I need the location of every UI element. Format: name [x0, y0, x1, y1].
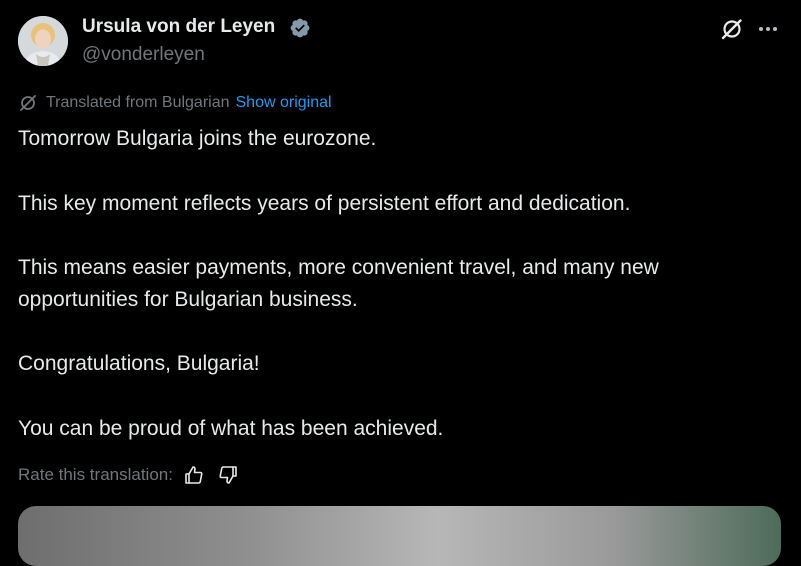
translation-notice: Translated from Bulgarian Show original [18, 93, 332, 113]
avatar[interactable] [18, 16, 68, 66]
grok-icon[interactable] [719, 16, 745, 42]
tweet-text: Tomorrow Bulgaria joins the eurozone. Th… [18, 123, 778, 477]
rate-translation-label: Rate this translation: [18, 465, 173, 484]
thumbs-down-icon[interactable] [217, 464, 239, 486]
rate-translation: Rate this translation: [18, 463, 251, 487]
grok-translate-icon [20, 95, 36, 111]
author-handle[interactable]: @vonderleyen [82, 44, 205, 66]
tweet-paragraph: Tomorrow Bulgaria joins the eurozone. [18, 127, 377, 150]
tweet-paragraph: This key moment reflects years of persis… [18, 191, 631, 215]
media-preview-image[interactable] [18, 506, 781, 566]
tweet-paragraph: Congratulations, Bulgaria! [18, 352, 260, 375]
translated-from-label: Translated from Bulgarian [46, 94, 230, 111]
author-name[interactable]: Ursula von der Leyen [82, 16, 275, 38]
tweet-paragraph: You can be proud of what has been achiev… [18, 416, 444, 440]
thumbs-up-icon[interactable] [183, 464, 205, 486]
show-original-link[interactable]: Show original [236, 94, 332, 112]
verified-badge-icon [290, 18, 310, 38]
tweet-paragraph: This means easier payments, more conveni… [18, 256, 659, 311]
more-icon[interactable] [755, 16, 781, 42]
